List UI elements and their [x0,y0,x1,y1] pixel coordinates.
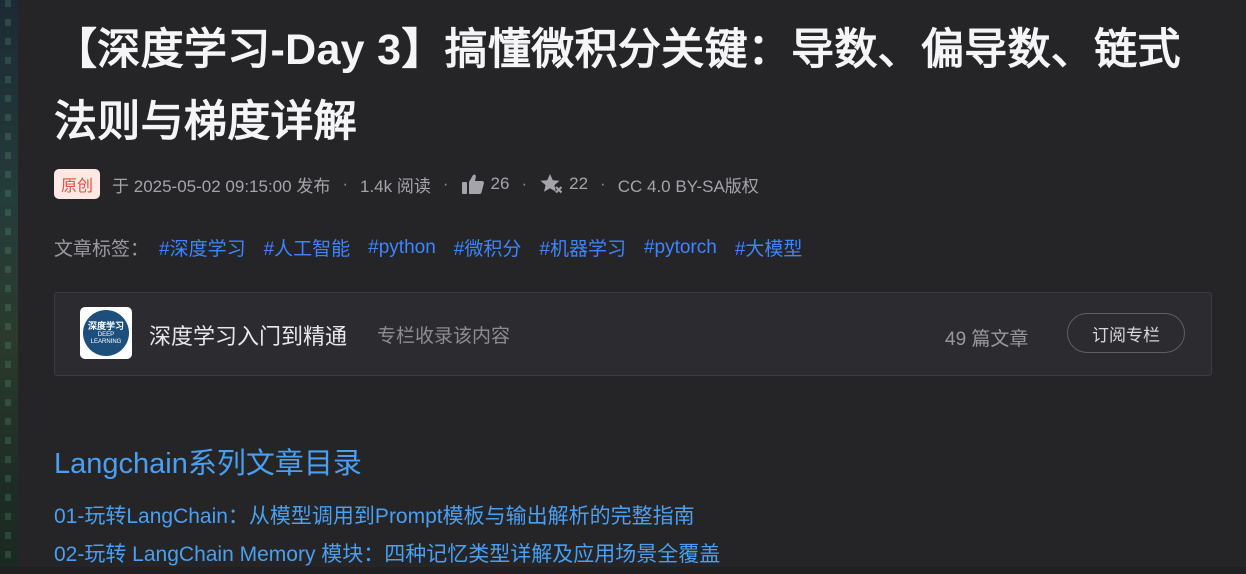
article-title: 【深度学习-Day 3】搞懂微积分关键：导数、偏导数、链式法则与梯度详解 [54,26,1181,146]
meta-separator: · [521,174,528,193]
subscribe-column-button[interactable]: 订阅专栏 [1067,313,1185,353]
meta-separator: · [342,174,348,193]
tag-calculus[interactable]: #微积分 [454,234,522,261]
column-article-count: 49 篇文章 [945,329,1029,350]
tags-label: 文章标签： [54,239,150,260]
toc-list: 01-玩转LangChain：从模型调用到Prompt模板与输出解析的完整指南 … [54,498,720,574]
tag-ai[interactable]: #人工智能 [264,234,351,261]
publish-date: 于 2025-05-02 09:15:00 发布 [112,176,331,196]
toc-link-02[interactable]: 02-玩转 LangChain Memory 模块：四种记忆类型详解及应用场景全… [54,536,720,574]
tag-python[interactable]: #python [368,237,436,259]
read-count: 1.4k 阅读 [360,176,431,196]
background-decoration [0,0,18,567]
tag-deep-learning[interactable]: #深度学习 [159,234,246,261]
like-count: 26 [490,174,510,193]
column-logo-badge: 深度学习 DEEP LEARNING [83,310,129,356]
favorite-count: 22 [569,174,589,193]
meta-separator: · [600,174,606,193]
article-meta: 原创 于 2025-05-02 09:15:00 发布 · 1.4k 阅读 · … [54,168,759,200]
toc-link-01[interactable]: 01-玩转LangChain：从模型调用到Prompt模板与输出解析的完整指南 [54,498,720,536]
column-logo-subtext: DEEP LEARNING [90,331,122,345]
column-logo-text: 深度学习 [87,320,124,331]
tag-large-model[interactable]: #大模型 [735,234,803,261]
column-card: 深度学习 DEEP LEARNING 深度学习入门到精通 专栏收录该内容 49 … [54,292,1212,376]
column-name[interactable]: 深度学习入门到精通 [149,319,347,351]
column-note: 专栏收录该内容 [377,326,511,347]
article-container: 【深度学习-Day 3】搞懂微积分关键：导数、偏导数、链式法则与梯度详解 原创 … [18,0,1246,567]
thumbs-up-icon[interactable] [461,173,485,195]
tag-machine-learning[interactable]: #机器学习 [539,234,626,261]
license-link[interactable]: CC 4.0 BY-SA版权 [618,172,759,197]
original-badge: 原创 [54,169,101,199]
meta-separator: · [442,174,449,193]
star-icon[interactable] [539,173,563,195]
article-tags: 文章标签： #深度学习 #人工智能 #python #微积分 #机器学习 #py… [54,234,820,261]
toc-heading: Langchain系列文章目录 [54,448,362,480]
tag-pytorch[interactable]: #pytorch [644,237,717,259]
column-logo[interactable]: 深度学习 DEEP LEARNING [80,307,132,359]
